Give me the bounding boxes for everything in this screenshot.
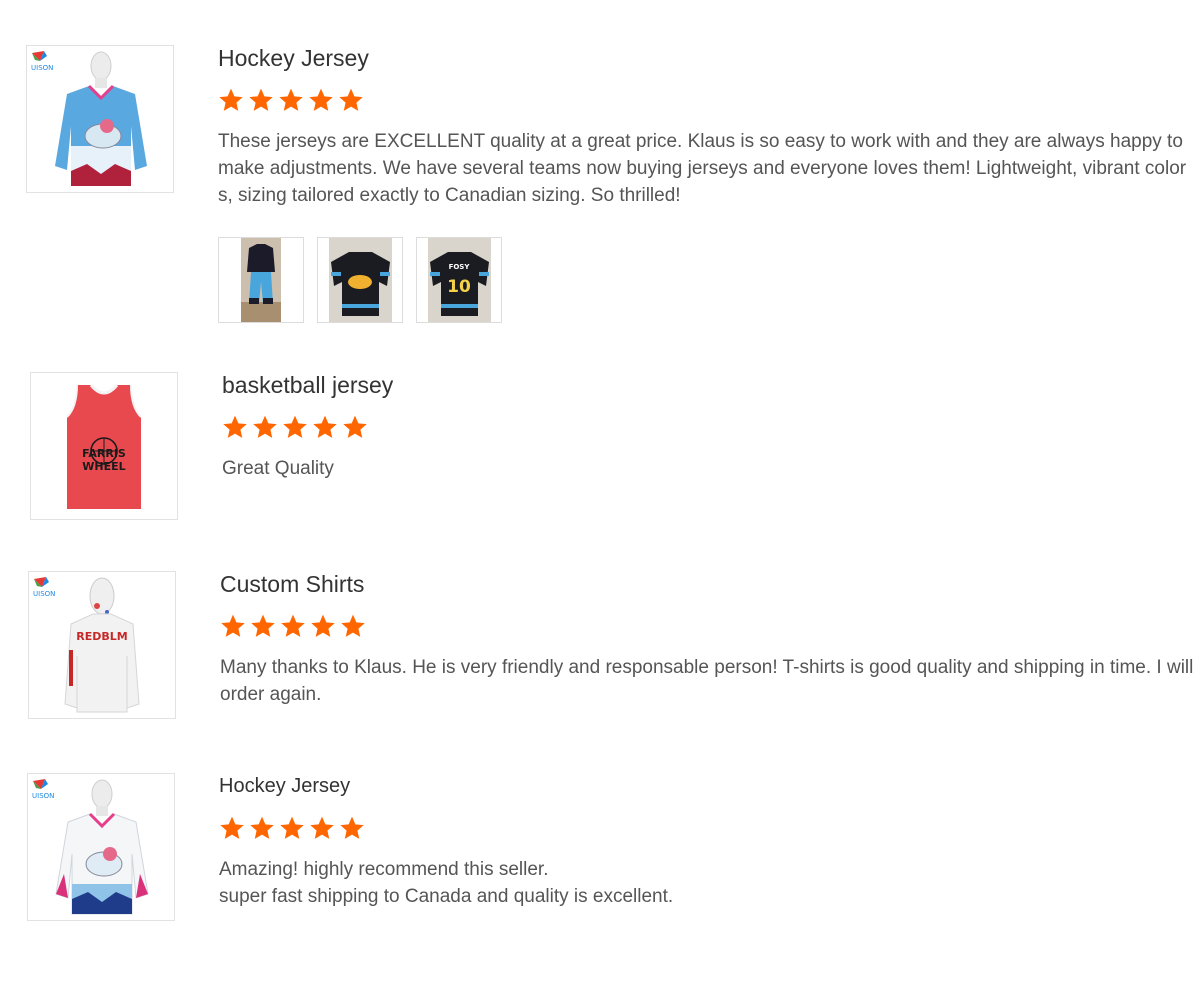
star-icon	[283, 415, 307, 438]
red-basketball-jersey-image: FARRIS WHEEL	[66, 384, 142, 509]
star-icon	[313, 415, 337, 438]
review-content: Hockey Jersey These jerseys are EXCELLEN…	[218, 44, 1193, 323]
star-icon	[279, 88, 303, 111]
review-text: Amazing! highly recommend this seller. s…	[219, 859, 674, 907]
star-rating	[222, 414, 1197, 444]
star-icon	[251, 614, 275, 637]
star-icon	[309, 88, 333, 111]
white-hoodie-shirt-image: UISON REDBLM	[33, 577, 140, 713]
star-icon	[310, 816, 334, 839]
star-rating	[219, 815, 1194, 845]
product-thumbnail[interactable]: UISON	[27, 773, 175, 921]
review-photo-gallery: FOSY 10	[218, 237, 1193, 323]
star-icon	[249, 88, 273, 111]
review-photo-thumbnail[interactable]	[317, 237, 403, 323]
review-text: These jerseys are EXCELLENT quality at a…	[218, 131, 1187, 206]
star-icon	[339, 88, 363, 111]
review-photo-thumbnail[interactable]	[218, 237, 304, 323]
product-title[interactable]: basketball jersey	[222, 371, 1197, 399]
product-title[interactable]: Hockey Jersey	[218, 44, 1193, 72]
review-text: Many thanks to Klaus. He is very friendl…	[220, 657, 1194, 705]
star-icon	[340, 816, 364, 839]
review-content: basketball jersey Great Quality	[222, 371, 1197, 482]
black-jersey-back-photo: FOSY 10	[428, 238, 491, 322]
star-icon	[341, 614, 365, 637]
black-jersey-front-photo	[329, 238, 392, 322]
star-icon	[343, 415, 367, 438]
star-icon	[250, 816, 274, 839]
svg-text:UISON: UISON	[32, 792, 54, 800]
star-icon	[219, 88, 243, 111]
hockey-jersey-blue-image: UISON	[31, 51, 147, 186]
svg-text:FARRIS: FARRIS	[82, 447, 126, 460]
product-title[interactable]: Custom Shirts	[220, 570, 1195, 598]
svg-text:UISON: UISON	[33, 590, 55, 598]
svg-text:10: 10	[447, 277, 471, 297]
product-thumbnail[interactable]: FARRIS WHEEL	[30, 372, 178, 520]
svg-text:REDBLM: REDBLM	[76, 630, 127, 643]
review-content: Custom Shirts Many thanks to Klaus. He i…	[220, 570, 1195, 708]
svg-text:WHEEL: WHEEL	[82, 460, 125, 473]
jersey-set-photo	[241, 238, 281, 322]
review-text: Great Quality	[222, 458, 334, 479]
star-icon	[223, 415, 247, 438]
hockey-jersey-white-image: UISON	[32, 779, 149, 915]
review-photo-thumbnail[interactable]: FOSY 10	[416, 237, 502, 323]
star-icon	[311, 614, 335, 637]
star-icon	[221, 614, 245, 637]
product-title[interactable]: Hockey Jersey	[219, 772, 1194, 800]
review-content: Hockey Jersey Amazing! highly recommend …	[219, 772, 1194, 910]
product-thumbnail[interactable]: UISON	[26, 45, 174, 193]
star-icon	[220, 816, 244, 839]
star-rating	[218, 87, 1193, 117]
svg-text:FOSY: FOSY	[449, 263, 471, 271]
star-icon	[281, 614, 305, 637]
product-thumbnail[interactable]: UISON REDBLM	[28, 571, 176, 719]
star-icon	[253, 415, 277, 438]
star-rating	[220, 613, 1195, 643]
svg-text:UISON: UISON	[31, 64, 53, 72]
star-icon	[280, 816, 304, 839]
